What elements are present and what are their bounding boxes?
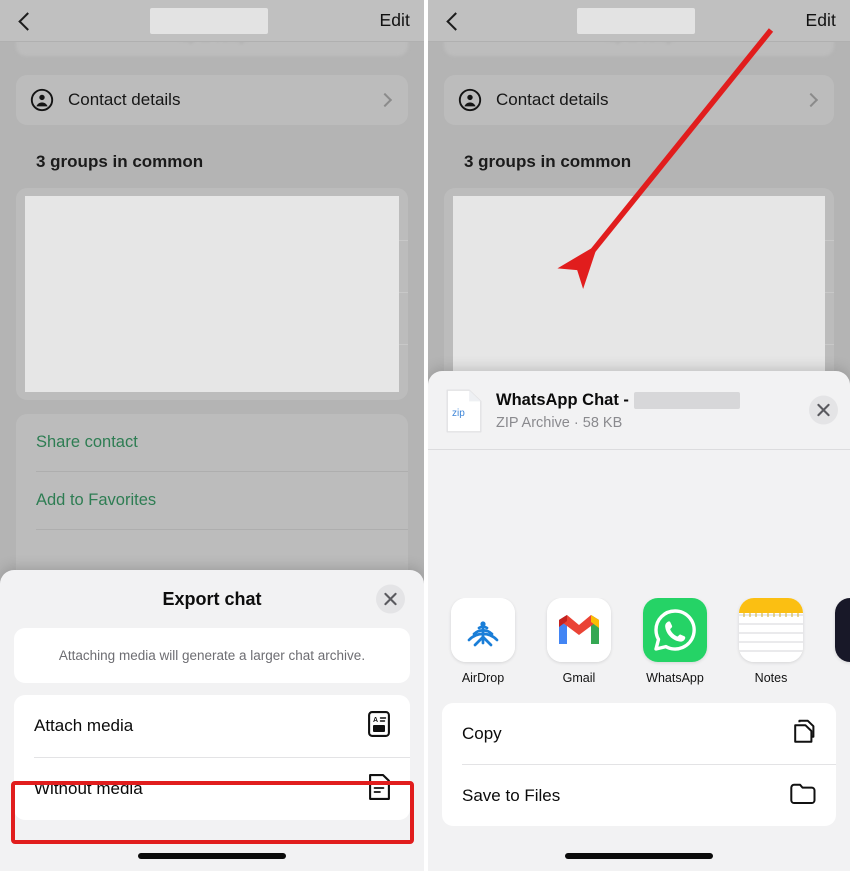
left-phone-screen: Edit Tap to verify. Contact details 3 gr… <box>0 0 424 871</box>
airdrop-icon <box>451 598 515 662</box>
share-apps-row: AirDrop Gmail WhatsApp Notes <box>428 598 850 685</box>
contact-name-redacted <box>576 7 695 34</box>
export-info-text: Attaching media will generate a larger c… <box>58 648 366 663</box>
file-meta: WhatsApp Chat - ZIP Archive · 58 KB <box>496 391 832 431</box>
edit-button[interactable]: Edit <box>379 10 410 31</box>
back-button[interactable] <box>442 9 466 33</box>
contact-details-label: Contact details <box>68 90 181 109</box>
share-contact-button[interactable]: Share contact <box>16 414 408 471</box>
attach-media-label: Attach media <box>34 716 134 735</box>
groups-redaction-overlay <box>25 196 399 392</box>
text-document-icon <box>369 773 390 805</box>
add-to-favorites-button[interactable]: Add to Favorites <box>16 472 408 529</box>
app-label: Gmail <box>562 671 596 685</box>
contact-actions-card: Share contact Add to Favorites <box>16 414 408 587</box>
export-chat-sheet: Export chat Attaching media will generat… <box>0 570 424 871</box>
copy-icon <box>792 718 816 749</box>
folder-icon <box>790 782 816 809</box>
groups-in-common-list[interactable] <box>444 188 834 400</box>
person-circle-icon <box>30 88 54 112</box>
without-media-label: Without media <box>34 779 143 798</box>
svg-text:A: A <box>373 717 378 724</box>
contact-details-row[interactable]: Contact details <box>444 75 834 125</box>
file-name: WhatsApp Chat - <box>496 391 629 409</box>
navigation-bar-left: Edit <box>0 0 424 42</box>
share-target-gmail[interactable]: Gmail <box>542 598 616 685</box>
app-label: Je <box>830 671 850 685</box>
app-label: WhatsApp <box>646 671 704 685</box>
chevron-right-icon <box>803 92 819 108</box>
back-button[interactable] <box>14 9 38 33</box>
shared-file-header: zip WhatsApp Chat - ZIP Archive · 58 KB <box>428 371 850 449</box>
contact-name-redacted <box>149 7 268 34</box>
share-sheet-spacer <box>428 450 850 598</box>
app-label: AirDrop <box>461 671 505 685</box>
ios-share-sheet: zip WhatsApp Chat - ZIP Archive · 58 KB <box>428 371 850 871</box>
chevron-right-icon <box>377 92 393 108</box>
home-indicator <box>565 853 713 859</box>
share-target-airdrop[interactable]: AirDrop <box>446 598 520 685</box>
groups-in-common-list[interactable] <box>16 188 408 400</box>
copy-label: Copy <box>462 723 502 743</box>
without-media-option[interactable]: Without media <box>14 758 410 820</box>
edit-button[interactable]: Edit <box>805 10 836 31</box>
share-target-notes[interactable]: Notes <box>734 598 808 685</box>
contact-details-label: Contact details <box>496 90 609 109</box>
notes-icon <box>739 598 803 662</box>
copy-action[interactable]: Copy <box>442 703 836 764</box>
close-icon[interactable] <box>376 584 405 614</box>
export-info-card: Attaching media will generate a larger c… <box>14 628 410 683</box>
home-indicator <box>138 853 286 859</box>
app-label: Notes <box>754 671 788 685</box>
share-target-partial[interactable]: Je <box>830 598 850 685</box>
gmail-icon <box>547 598 611 662</box>
export-options-card: Attach media A Without media <box>14 695 410 820</box>
svg-text:zip: zip <box>452 408 465 419</box>
zip-file-icon: zip <box>446 389 482 433</box>
share-target-whatsapp[interactable]: WhatsApp <box>638 598 712 685</box>
groups-redaction-overlay <box>453 196 825 392</box>
right-phone-screen: Edit Tap to verify. Contact details 3 gr… <box>428 0 850 871</box>
navigation-bar-right: Edit <box>428 0 850 42</box>
media-document-icon: A <box>368 710 390 742</box>
file-subtitle: ZIP Archive · 58 KB <box>496 415 623 431</box>
share-actions-card: Copy Save to Files <box>442 703 836 826</box>
attach-media-option[interactable]: Attach media A <box>14 695 410 757</box>
person-circle-icon <box>458 88 482 112</box>
dual-screenshot: Edit Tap to verify. Contact details 3 gr… <box>0 0 850 871</box>
contact-details-row[interactable]: Contact details <box>16 75 408 125</box>
save-to-files-action[interactable]: Save to Files <box>442 765 836 826</box>
groups-in-common-header: 3 groups in common <box>36 152 204 171</box>
save-to-files-label: Save to Files <box>462 785 561 805</box>
whatsapp-icon <box>643 598 707 662</box>
export-sheet-title: Export chat <box>162 588 262 609</box>
close-icon[interactable] <box>809 395 838 425</box>
partial-app-icon <box>835 598 850 662</box>
groups-in-common-header: 3 groups in common <box>464 152 632 171</box>
file-name-redacted <box>633 392 740 409</box>
export-sheet-header: Export chat <box>0 570 424 628</box>
